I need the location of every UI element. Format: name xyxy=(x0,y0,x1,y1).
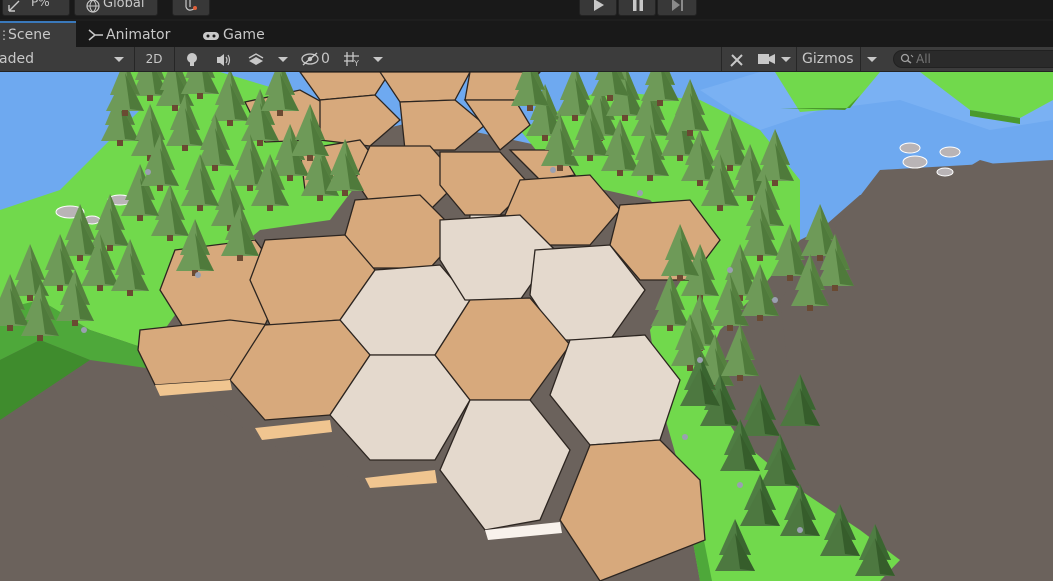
globe-icon xyxy=(85,0,101,14)
eye-hidden-icon xyxy=(300,52,320,66)
chevron-down-icon xyxy=(373,57,383,62)
scene-visibility-toggle[interactable]: 0 xyxy=(296,47,336,71)
pivot-label: P% xyxy=(31,0,50,9)
chevron-down-icon xyxy=(114,57,124,62)
step-button[interactable] xyxy=(657,0,697,16)
gizmos-dropdown[interactable] xyxy=(862,47,882,71)
chevron-down-icon xyxy=(278,57,288,62)
gamepad-icon xyxy=(202,30,220,42)
step-icon xyxy=(671,0,685,11)
scene-toolbar: aded 2D 0 Y Gizmos All xyxy=(0,47,1053,72)
snap-icon xyxy=(184,0,200,13)
search-field[interactable] xyxy=(893,50,1053,68)
svg-text:Y: Y xyxy=(353,59,359,67)
scene-tab-bar: ⋮ Scene Animator Game xyxy=(0,21,1053,47)
effects-dropdown[interactable] xyxy=(242,47,292,71)
tab-scene-label: Scene xyxy=(8,27,51,43)
pivot-toggle[interactable]: P% xyxy=(2,0,70,16)
snap-toggle[interactable] xyxy=(172,0,210,16)
camera-dropdown[interactable] xyxy=(754,47,796,71)
tab-animator[interactable]: Animator xyxy=(80,21,180,47)
audio-toggle[interactable] xyxy=(210,47,238,71)
tools-button[interactable] xyxy=(724,47,752,71)
camera-icon xyxy=(758,53,776,65)
lightbulb-icon xyxy=(185,52,199,68)
hidden-count: 0 xyxy=(321,51,330,67)
global-toggle[interactable]: Global xyxy=(74,0,158,16)
search-icon xyxy=(900,53,914,65)
2d-toggle[interactable]: 2D xyxy=(138,47,170,71)
pivot-icon xyxy=(7,0,23,13)
grid-icon: Y xyxy=(343,51,361,67)
tab-animator-label: Animator xyxy=(106,27,171,43)
layers-icon xyxy=(247,52,265,68)
play-icon xyxy=(593,0,605,11)
scene-render xyxy=(0,72,1053,581)
gizmos-button[interactable]: Gizmos xyxy=(800,47,858,71)
2d-label: 2D xyxy=(145,52,163,66)
wrench-icon xyxy=(729,52,745,68)
gizmos-label: Gizmos xyxy=(802,51,854,67)
lighting-toggle[interactable] xyxy=(180,47,206,71)
grid-dropdown[interactable]: Y xyxy=(340,47,390,71)
tab-scene[interactable]: ⋮ Scene xyxy=(0,21,76,47)
search-input[interactable] xyxy=(916,51,1046,67)
tab-game[interactable]: Game xyxy=(196,21,276,47)
speaker-icon xyxy=(216,53,232,67)
pause-button[interactable] xyxy=(618,0,656,16)
tab-game-label: Game xyxy=(223,27,265,43)
chevron-down-icon xyxy=(867,57,877,62)
global-label: Global xyxy=(103,0,145,11)
play-button[interactable] xyxy=(579,0,617,16)
top-toolbar: P% Global xyxy=(0,0,1053,19)
shading-mode-dropdown[interactable]: aded xyxy=(0,47,132,71)
scene-viewport[interactable] xyxy=(0,72,1053,581)
pause-icon xyxy=(632,0,644,11)
animator-icon xyxy=(88,28,104,42)
chevron-down-icon xyxy=(781,57,791,62)
shading-mode-label: aded xyxy=(0,51,34,67)
